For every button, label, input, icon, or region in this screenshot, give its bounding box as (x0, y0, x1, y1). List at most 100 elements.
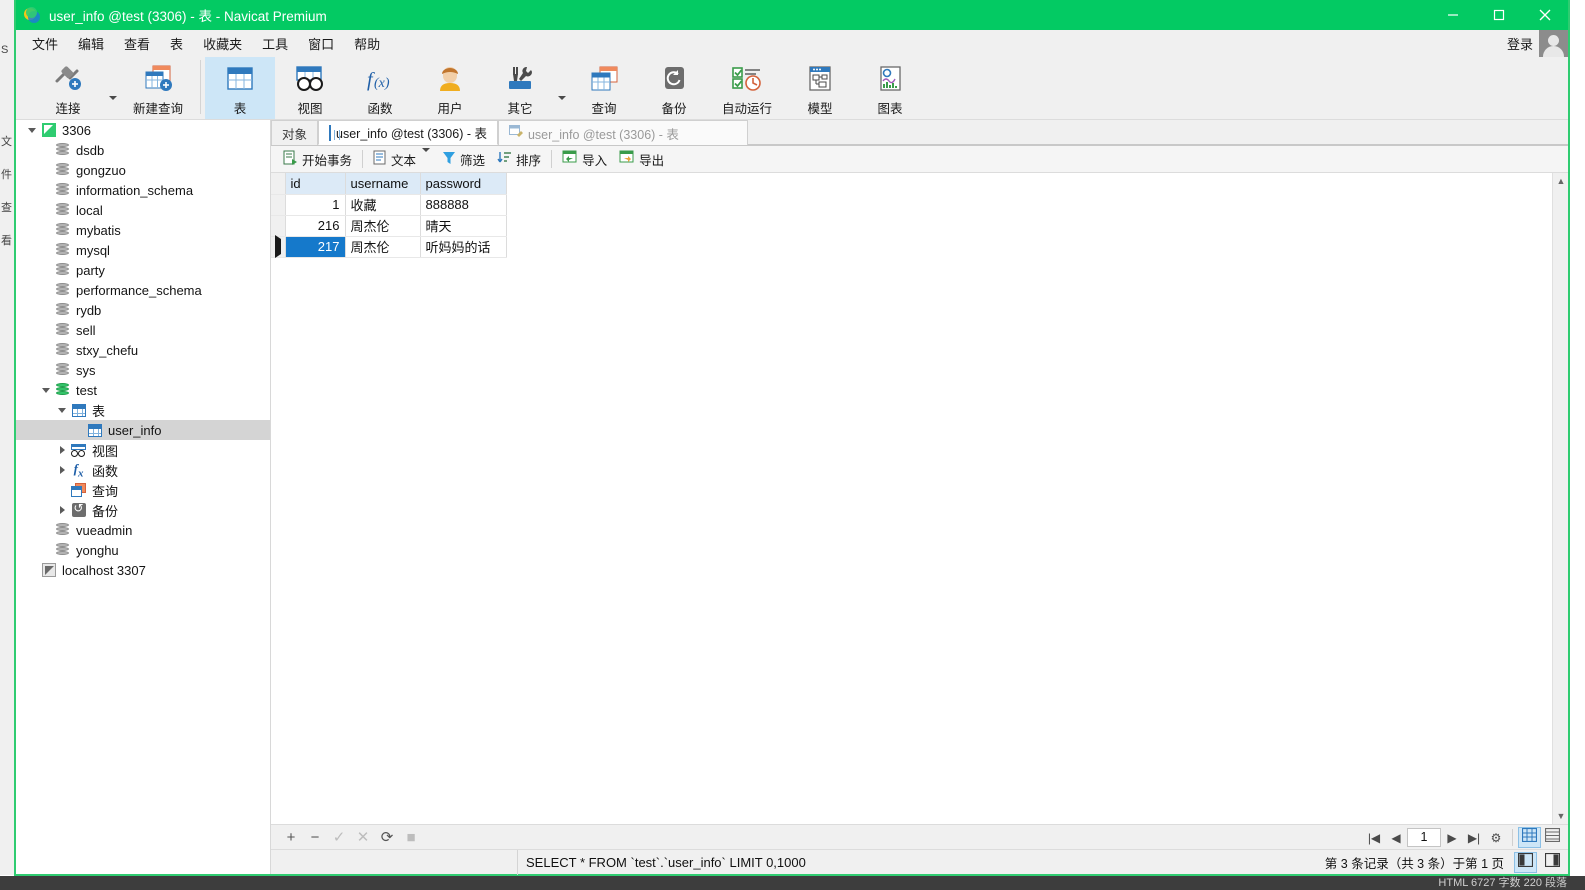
menu-tools[interactable]: 工具 (252, 31, 298, 56)
refresh-button[interactable]: ⟳ (375, 825, 399, 849)
first-page-button[interactable]: |◀ (1363, 827, 1385, 849)
menu-view[interactable]: 查看 (114, 31, 160, 56)
sidebar-item-dsdb[interactable]: dsdb (16, 140, 270, 160)
ribbon-backup-button[interactable]: 备份 (639, 57, 709, 119)
close-button[interactable] (1522, 0, 1568, 30)
twisty-closed-icon[interactable] (54, 502, 70, 518)
twisty-open-icon[interactable] (24, 122, 40, 138)
menu-file[interactable]: 文件 (22, 31, 68, 56)
sidebar-item-performance-schema[interactable]: performance_schema (16, 280, 270, 300)
data-grid[interactable]: id username password 1 收藏 888888 (271, 173, 1552, 824)
cell-username[interactable]: 周杰伦 (345, 236, 420, 257)
twisty-open-icon[interactable] (38, 382, 54, 398)
sidebar-item-3306[interactable]: 3306 (16, 120, 270, 140)
twisty-open-icon[interactable] (54, 402, 70, 418)
ribbon-automation-button[interactable]: 自动运行 (709, 57, 785, 119)
sidebar-item-sell[interactable]: sell (16, 320, 270, 340)
menu-table[interactable]: 表 (160, 31, 193, 56)
row-selector[interactable] (271, 215, 285, 236)
sidebar-item-tables-folder[interactable]: 表 (16, 400, 270, 420)
column-header-password[interactable]: password (420, 173, 506, 194)
cell-username[interactable]: 收藏 (345, 194, 420, 215)
row-selector[interactable] (271, 236, 285, 257)
sidebar-item-yonghu[interactable]: yonghu (16, 540, 270, 560)
avatar[interactable] (1539, 30, 1568, 57)
grid-vertical-scrollbar[interactable]: ▲ ▼ (1552, 173, 1568, 824)
form-view-toggle[interactable] (1541, 827, 1564, 848)
cell-password[interactable]: 晴天 (420, 215, 506, 236)
add-record-button[interactable]: + (279, 825, 303, 849)
sidebar-item-functions-folder[interactable]: fx 函数 (16, 460, 270, 480)
tab-objects[interactable]: 对象 (271, 120, 318, 145)
sidebar-item-gongzuo[interactable]: gongzuo (16, 160, 270, 180)
minimize-button[interactable] (1430, 0, 1476, 30)
page-number-input[interactable]: 1 (1407, 828, 1441, 847)
stop-button[interactable]: ■ (399, 825, 423, 849)
table-row[interactable]: 217 周杰伦 听妈妈的话 (271, 236, 506, 257)
cell-id[interactable]: 217 (285, 236, 345, 257)
twisty-closed-icon[interactable] (54, 462, 70, 478)
cell-username[interactable]: 周杰伦 (345, 215, 420, 236)
import-button[interactable]: 导入 (556, 147, 613, 171)
sidebar-item-rydb[interactable]: rydb (16, 300, 270, 320)
sidebar-item-local[interactable]: local (16, 200, 270, 220)
ribbon-connection-button[interactable]: 连接 (30, 57, 106, 119)
remove-record-button[interactable]: − (303, 825, 327, 849)
ribbon-new-query-button[interactable]: 新建查询 (120, 57, 196, 119)
sidebar-item-party[interactable]: party (16, 260, 270, 280)
sidebar-item-views-folder[interactable]: 视图 (16, 440, 270, 460)
scroll-down-icon[interactable]: ▼ (1553, 808, 1568, 824)
tab-user-info-data[interactable]: user_info @test (3306) - 表 (318, 120, 498, 145)
next-page-button[interactable]: ▶ (1441, 827, 1463, 849)
sidebar-item-stxy-chefu[interactable]: stxy_chefu (16, 340, 270, 360)
column-header-id[interactable]: id (285, 173, 345, 194)
right-pane-toggle[interactable] (1541, 852, 1564, 873)
menu-window[interactable]: 窗口 (298, 31, 344, 56)
table-row[interactable]: 1 收藏 888888 (271, 194, 506, 215)
sidebar-item-localhost-3307[interactable]: localhost 3307 (16, 560, 270, 580)
sidebar-item-mybatis[interactable]: mybatis (16, 220, 270, 240)
maximize-button[interactable] (1476, 0, 1522, 30)
ribbon-view-button[interactable]: 视图 (275, 57, 345, 119)
table-row[interactable]: 216 周杰伦 晴天 (271, 215, 506, 236)
sidebar-item-test[interactable]: test (16, 380, 270, 400)
export-button[interactable]: 导出 (613, 147, 670, 171)
twisty-closed-icon[interactable] (54, 442, 70, 458)
ribbon-others-button[interactable]: 其它 (485, 57, 555, 119)
menu-edit[interactable]: 编辑 (68, 31, 114, 56)
tab-user-info-design[interactable]: user_info @test (3306) - 表 (498, 120, 748, 145)
sort-button[interactable]: 排序 (491, 147, 547, 171)
grid-view-toggle[interactable] (1518, 827, 1541, 848)
cancel-change-button[interactable]: ✕ (351, 825, 375, 849)
filter-button[interactable]: 筛选 (436, 147, 491, 171)
cell-password[interactable]: 听妈妈的话 (420, 236, 506, 257)
menu-help[interactable]: 帮助 (344, 31, 390, 56)
ribbon-function-button[interactable]: f (x) 函数 (345, 57, 415, 119)
scroll-up-icon[interactable]: ▲ (1553, 173, 1568, 189)
text-button[interactable]: 文本 (367, 147, 436, 171)
sidebar-item-user-info[interactable]: user_info (16, 420, 270, 440)
navigation-sidebar[interactable]: 3306 dsdb gongzuo information_schema loc… (16, 120, 271, 874)
sidebar-item-sys[interactable]: sys (16, 360, 270, 380)
sidebar-item-information-schema[interactable]: information_schema (16, 180, 270, 200)
menu-favorites[interactable]: 收藏夹 (193, 31, 252, 56)
cell-password[interactable]: 888888 (420, 194, 506, 215)
column-header-username[interactable]: username (345, 173, 420, 194)
row-selector[interactable] (271, 194, 285, 215)
sidebar-item-queries-folder[interactable]: 查询 (16, 480, 270, 500)
settings-button[interactable]: ⚙ (1485, 827, 1507, 849)
ribbon-others-caret-icon[interactable] (555, 57, 569, 119)
cell-id[interactable]: 216 (285, 215, 345, 236)
ribbon-chart-button[interactable]: 图表 (855, 57, 925, 119)
begin-transaction-button[interactable]: 开始事务 (277, 147, 358, 171)
apply-change-button[interactable]: ✓ (327, 825, 351, 849)
ribbon-connection-caret-icon[interactable] (106, 57, 120, 119)
chevron-down-icon[interactable] (422, 152, 430, 166)
sidebar-item-backups-folder[interactable]: 备份 (16, 500, 270, 520)
sidebar-item-mysql[interactable]: mysql (16, 240, 270, 260)
ribbon-query-button[interactable]: 查询 (569, 57, 639, 119)
sidebar-item-vueadmin[interactable]: vueadmin (16, 520, 270, 540)
ribbon-table-button[interactable]: 表 (205, 57, 275, 119)
last-page-button[interactable]: ▶| (1463, 827, 1485, 849)
ribbon-model-button[interactable]: 模型 (785, 57, 855, 119)
